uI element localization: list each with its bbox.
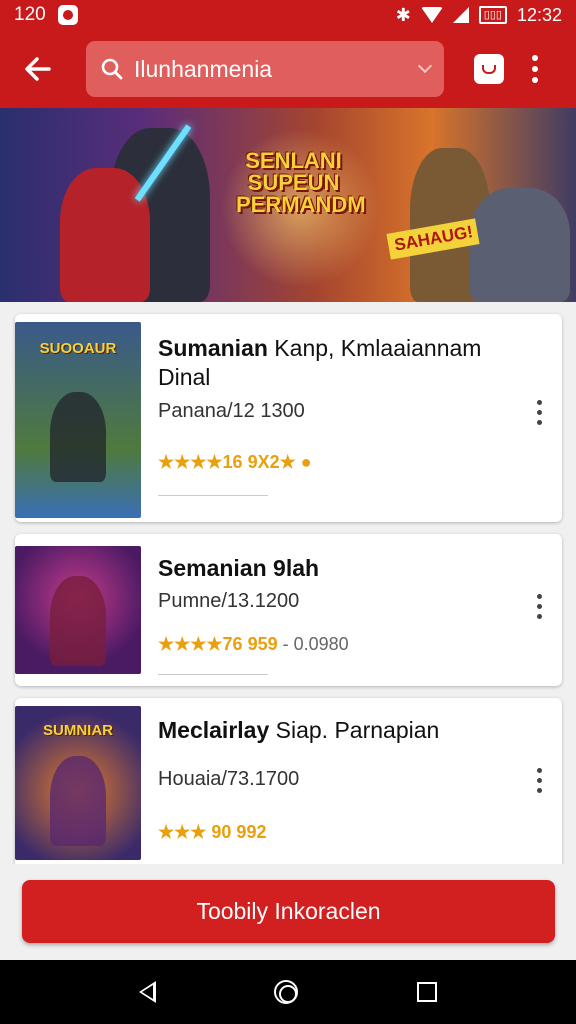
status-bar: 120 ✱ ▯▯▯ 12:32 (0, 0, 576, 30)
item-more-button[interactable] (534, 768, 544, 793)
search-icon (101, 58, 123, 80)
banner-hero-figure (470, 188, 570, 302)
divider (158, 674, 268, 675)
status-right: ✱ ▯▯▯ 12:32 (396, 5, 562, 26)
promo-banner[interactable]: SENLANI SUPEUN PERMANDM SAHAUG! (0, 108, 576, 302)
battery-icon: ▯▯▯ (478, 6, 507, 24)
divider (158, 495, 268, 496)
wifi-icon (420, 7, 443, 23)
thumbnail-title: SUOOAUR (39, 340, 117, 357)
dot-icon (536, 420, 542, 425)
list-item[interactable]: Semanian 9lah Pumne/13.1200 ★★★★76 959 -… (15, 534, 562, 686)
dot-icon (532, 77, 538, 83)
app-bar: Ilunhanmenia (0, 30, 576, 108)
back-button[interactable] (12, 43, 64, 95)
game-thumbnail (15, 546, 141, 674)
thumbnail-figure (50, 576, 106, 666)
dot-icon (536, 614, 542, 619)
dot-icon (536, 768, 542, 773)
search-input[interactable]: Ilunhanmenia (86, 41, 444, 97)
arrow-left-icon (25, 57, 51, 81)
status-time-left: 120 (14, 4, 46, 25)
banner-title: SENLANI SUPEUN PERMANDM (236, 148, 366, 217)
item-title: Semanian 9lah (158, 554, 518, 583)
dot-icon (536, 788, 542, 793)
item-title: Sumanian Kanp, Kmlaaiannam Dinal (158, 334, 518, 392)
primary-action-button[interactable]: Toobily Inkoraclen (22, 880, 555, 943)
signal-icon (452, 7, 469, 23)
item-more-button[interactable] (534, 400, 544, 425)
cart-button[interactable] (474, 54, 504, 84)
item-title-rest: Siap. Parnapian (269, 717, 440, 743)
item-meta: Houaia/73.1700 (158, 768, 300, 790)
dot-icon (532, 55, 538, 61)
chevron-down-icon[interactable] (417, 58, 433, 74)
game-thumbnail: SUOOAUR (15, 322, 141, 518)
item-title-bold: Semanian 9lah (158, 555, 320, 581)
game-thumbnail: SUMNIAR (15, 706, 141, 860)
nav-recents-icon[interactable] (416, 982, 437, 1002)
thumbnail-title: SUMNIAR (43, 722, 113, 739)
nav-home-icon[interactable] (274, 980, 299, 1004)
dot-icon (536, 604, 542, 609)
list-item[interactable]: SUMNIAR Meclairlay Siap. Parnapian Houai… (15, 698, 562, 868)
search-text: Ilunhanmenia (134, 55, 273, 82)
nav-back-icon[interactable] (139, 981, 157, 1003)
status-left: 120 (14, 4, 78, 26)
list-item[interactable]: SUOOAUR Sumanian Kanp, Kmlaaiannam Dinal… (15, 314, 562, 522)
dot-icon (536, 410, 542, 415)
item-more-button[interactable] (534, 594, 544, 619)
bluetooth-icon: ✱ (395, 4, 411, 25)
item-meta: Pumne/13.1200 (158, 590, 300, 612)
banner-hero-figure (60, 168, 150, 302)
thumbnail-figure (50, 392, 106, 482)
item-rating: ★★★★76 959 - 0.0980 (158, 634, 349, 655)
dot-icon (536, 594, 542, 599)
item-rating: ★★★★16 9X2★ ● (158, 452, 312, 472)
item-rating-value: ★★★★76 959 (158, 634, 278, 654)
item-title-bold: Meclairlay (158, 717, 270, 743)
thumbnail-figure (50, 756, 106, 846)
dot-icon (536, 778, 542, 783)
item-title: Meclairlay Siap. Parnapian (158, 716, 518, 745)
item-rating-extra: - 0.0980 (277, 634, 349, 654)
notification-icon (57, 5, 78, 25)
item-title-bold: Sumanian (158, 335, 268, 361)
item-meta: Panana/12 1300 (158, 400, 305, 422)
dot-icon (532, 66, 538, 72)
status-time-right: 12:32 (516, 4, 562, 25)
dot-icon (536, 400, 542, 405)
item-rating: ★★★ 90 992 (158, 822, 267, 842)
more-options-button[interactable] (532, 55, 538, 83)
system-nav-bar (0, 960, 576, 1024)
cart-icon (482, 64, 496, 74)
